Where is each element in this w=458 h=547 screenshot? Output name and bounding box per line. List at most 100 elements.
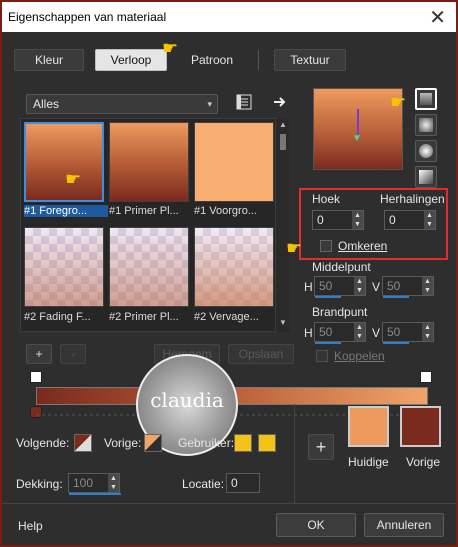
gradient-thumb[interactable]	[24, 122, 104, 202]
tab-verloop[interactable]: Verloop	[95, 49, 167, 71]
watermark-text: claudia	[150, 388, 224, 412]
pointing-hand-icon: ☛	[286, 238, 303, 258]
tab-textuur[interactable]: Textuur	[274, 49, 346, 71]
add-swatch-button[interactable]: +	[308, 434, 334, 460]
gradient-gallery: ☛ #1 Foregro... #1 Primer Pl... #1 Voorg…	[20, 118, 276, 332]
add-gradient-button[interactable]: +	[26, 344, 52, 364]
gradient-thumb[interactable]	[24, 227, 104, 307]
chevron-down-icon: ▾	[207, 99, 212, 109]
dekking-label: Dekking:	[16, 477, 63, 491]
gebruiker-color[interactable]	[234, 434, 252, 452]
pointing-hand-icon: ☛	[162, 38, 179, 58]
br-h-label: H	[304, 326, 313, 340]
ok-button[interactable]: OK	[276, 513, 356, 537]
br-v-label: V	[372, 326, 381, 340]
br-v-value: 50	[387, 325, 401, 339]
tab-patroon[interactable]: Patroon	[178, 49, 246, 71]
sunburst-style-icon	[419, 144, 433, 158]
rectangular-style-button[interactable]	[415, 114, 437, 136]
help-button[interactable]: Help	[18, 519, 43, 533]
hoek-input[interactable]: 0 ▲ ▼	[312, 210, 364, 230]
locatie-input[interactable]: 0	[226, 473, 260, 493]
volgende-color[interactable]	[74, 434, 92, 452]
radial-style-icon	[419, 170, 433, 184]
omkeren-checkbox[interactable]	[320, 240, 332, 252]
br-v-slider[interactable]	[383, 342, 409, 344]
radial-style-button[interactable]	[415, 166, 437, 188]
pointing-hand-icon: ☛	[390, 92, 407, 112]
cancel-button[interactable]: Annuleren	[364, 513, 444, 537]
gallery-scrollbar[interactable]: ▲ ▼	[276, 118, 290, 332]
gradient-thumb[interactable]	[194, 227, 274, 307]
footer-divider	[2, 503, 456, 504]
herhalingen-input[interactable]: 0 ▲ ▼	[384, 210, 436, 230]
herhalingen-label: Herhalingen	[380, 192, 445, 206]
br-v-input[interactable]: 50 ▲ ▼	[382, 322, 434, 344]
mid-h-label: H	[304, 280, 313, 294]
spin-arrows-icon[interactable]: ▲ ▼	[424, 211, 435, 229]
scroll-up-icon[interactable]: ▲	[279, 120, 287, 129]
arrow-right-icon[interactable]	[272, 94, 288, 110]
spin-arrows-icon[interactable]: ▲ ▼	[422, 323, 433, 341]
koppelen-label: Koppelen	[334, 349, 385, 363]
category-select[interactable]: Alles ▾	[26, 94, 218, 114]
vorige-swatch[interactable]	[400, 406, 441, 447]
herhalingen-value: 0	[389, 213, 396, 227]
divider	[294, 404, 295, 504]
pointing-hand-icon: ☛	[65, 169, 82, 189]
save-gradient-button[interactable]: Opslaan	[228, 344, 294, 364]
right-color-stop-top[interactable]	[420, 371, 432, 383]
dekking-slider[interactable]	[69, 493, 121, 495]
library-icon[interactable]	[236, 94, 252, 110]
mid-v-input[interactable]: 50 ▲ ▼	[382, 276, 434, 298]
tab-separator	[258, 50, 259, 70]
huidige-label: Huidige	[348, 455, 389, 469]
volgende-label: Volgende:	[16, 436, 70, 450]
vorige-color[interactable]	[144, 434, 162, 452]
gradient-label: #1 Foregro...	[24, 205, 108, 217]
vorige-label-stop: Vorige:	[104, 436, 142, 450]
dialog-body: Kleur Verloop ☛ Patroon Textuur Alles ▾ …	[2, 32, 456, 545]
spin-arrows-icon[interactable]: ▲ ▼	[354, 277, 365, 295]
middelpunt-label: Middelpunt	[312, 260, 371, 274]
hoek-label: Hoek	[312, 192, 341, 206]
remove-gradient-button[interactable]: -	[60, 344, 86, 364]
spin-arrows-icon[interactable]: ▲ ▼	[352, 211, 363, 229]
huidige-swatch[interactable]	[348, 406, 389, 447]
omkeren-label: Omkeren	[338, 239, 388, 253]
dekking-value: 100	[73, 476, 94, 490]
linear-style-button[interactable]	[415, 88, 437, 110]
sunburst-style-button[interactable]	[415, 140, 437, 162]
gradient-label: #2 Vervage...	[194, 311, 259, 323]
locatie-label: Locatie:	[182, 477, 225, 491]
gradient-thumb[interactable]	[109, 122, 189, 202]
mid-h-slider[interactable]	[315, 296, 341, 298]
koppelen-checkbox[interactable]	[316, 350, 328, 362]
gradient-thumb[interactable]	[109, 227, 189, 307]
dekking-input[interactable]: 100 ▲ ▼	[68, 473, 121, 495]
scroll-down-icon[interactable]: ▼	[279, 318, 287, 327]
scroll-thumb[interactable]	[280, 134, 286, 150]
mid-v-slider[interactable]	[383, 296, 409, 298]
mid-h-input[interactable]: 50 ▲ ▼	[314, 276, 366, 298]
gradient-thumb[interactable]	[194, 122, 274, 202]
gebruiker-color-swatch[interactable]	[258, 434, 276, 452]
spin-arrows-icon[interactable]: ▲ ▼	[108, 474, 119, 492]
angle-handle[interactable]	[357, 109, 359, 135]
close-icon[interactable]: ✕	[429, 5, 446, 30]
spin-arrows-icon[interactable]: ▲ ▼	[422, 277, 433, 295]
mid-v-value: 50	[387, 279, 401, 293]
gradient-label: #2 Fading F...	[24, 311, 91, 323]
category-select-value: Alles	[33, 97, 60, 111]
vorige-label: Vorige	[406, 455, 441, 469]
spin-arrows-icon[interactable]: ▲ ▼	[354, 323, 365, 341]
left-color-stop-top[interactable]	[30, 371, 42, 383]
br-h-input[interactable]: 50 ▲ ▼	[314, 322, 366, 344]
hoek-value: 0	[317, 213, 324, 227]
linear-style-icon	[420, 93, 432, 105]
tab-kleur[interactable]: Kleur	[14, 49, 84, 71]
center-handle-icon[interactable]: ▼	[352, 133, 362, 144]
mid-v-label: V	[372, 280, 381, 294]
br-h-slider[interactable]	[315, 342, 341, 344]
gradient-label: #2 Primer Pl...	[109, 311, 179, 323]
